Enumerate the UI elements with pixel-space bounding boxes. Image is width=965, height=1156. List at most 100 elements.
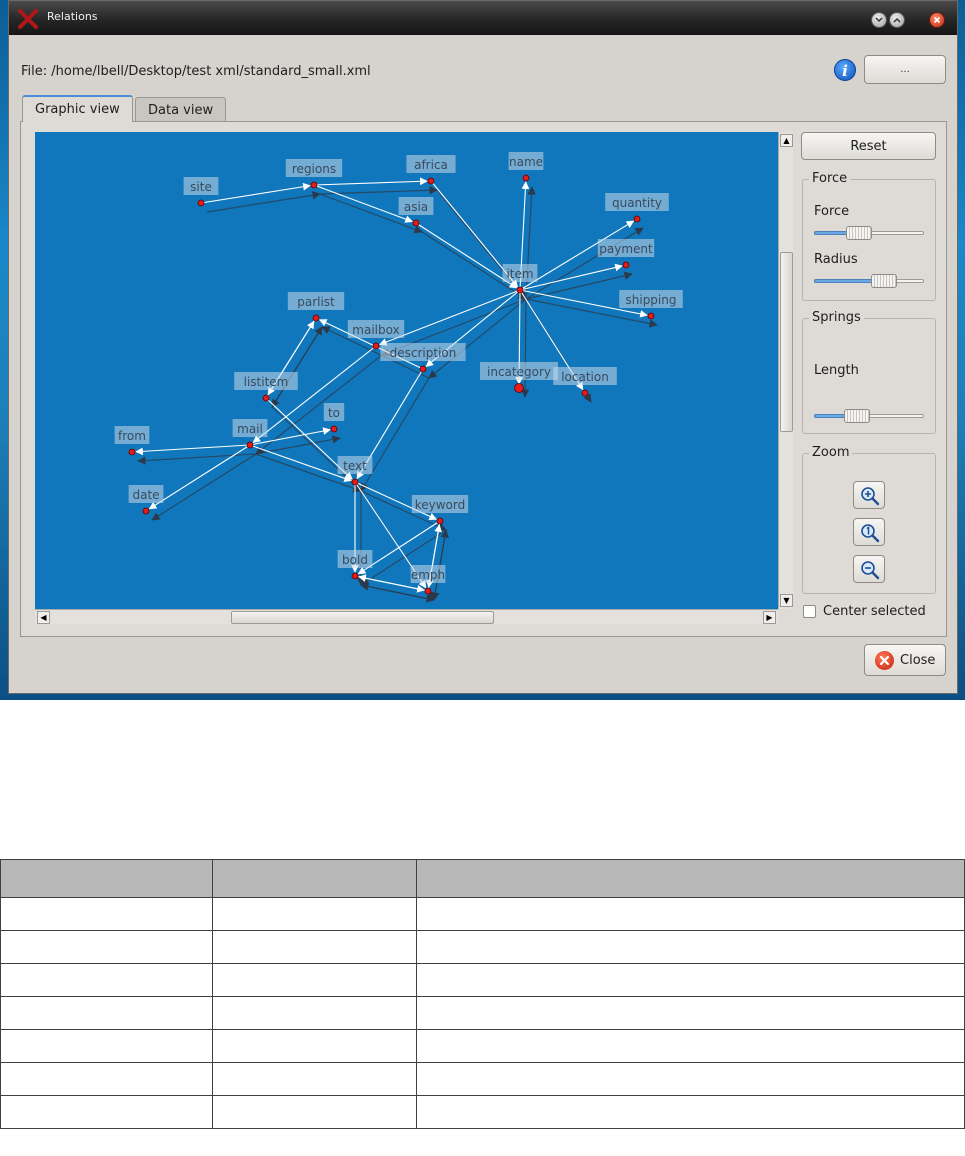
graphic-view-panel: site regions africa asia name quantity payment… [20,121,947,637]
browse-button[interactable]: ... [864,55,946,84]
graph-node-dot[interactable] [372,342,380,350]
graph-node-mail[interactable]: mail [232,419,268,449]
graph-node-dot[interactable] [310,181,318,189]
reset-button[interactable]: Reset [801,132,936,160]
graph-node-parlist[interactable]: parlist [287,292,345,322]
graph-node-emph[interactable]: emph [410,565,446,595]
horizontal-scroll-thumb[interactable] [231,611,494,624]
force-group: Force Force Radius [802,171,936,301]
graph-node-dot[interactable] [351,478,359,486]
minimize-icon[interactable] [871,12,887,28]
graph-node-name[interactable]: name [508,152,544,182]
graph-node-dot[interactable] [581,389,589,397]
graph-node-site[interactable]: site [183,177,219,207]
graph-node-dot[interactable] [351,572,359,580]
graph-node-item[interactable]: item [502,264,538,294]
close-button[interactable]: Close [864,644,946,676]
graph-node-dot[interactable] [424,587,432,595]
graph-node-dot[interactable] [436,517,444,525]
table-row [0,1095,965,1129]
springs-group: Springs Length [802,310,936,434]
info-icon[interactable]: i [834,59,856,81]
app-x-icon [18,9,38,29]
force-slider[interactable] [814,226,924,240]
center-selected-label[interactable]: Center selected [823,604,926,619]
graph-canvas[interactable]: site regions africa asia name quantity payment… [35,132,778,609]
graph-node-from[interactable]: from [114,426,150,456]
springs-group-title: Springs [809,310,864,325]
graph-node-dot[interactable] [647,312,655,320]
maximize-icon[interactable] [889,12,905,28]
scroll-down-arrow-icon[interactable]: ▼ [780,594,793,607]
graph-node-dot[interactable] [246,441,254,449]
graph-node-shipping[interactable]: shipping [619,290,683,320]
window-close-icon[interactable] [929,12,945,28]
graph-node-dot[interactable] [514,383,524,393]
empty-table [0,859,965,1129]
horizontal-scrollbar[interactable]: ◀ ▶ [35,609,778,624]
graph-node-dot[interactable] [262,394,270,402]
length-slider[interactable] [814,409,924,423]
relations-graph[interactable]: site regions africa asia name quantity payment… [35,132,778,609]
graph-node-regions[interactable]: regions [285,159,343,189]
graph-node-label: date [132,488,159,502]
graph-node-label: quantity [612,196,662,210]
vertical-scrollbar[interactable]: ▲ ▼ [778,132,793,609]
graph-edge [249,444,352,482]
graph-node-dot[interactable] [633,215,641,223]
graph-edge-shadow [360,377,430,492]
zoom-reset-button[interactable] [853,518,885,546]
graph-node-incategory[interactable]: incategory [480,362,558,393]
radius-slider[interactable] [814,274,924,288]
graph-node-keyword[interactable]: keyword [411,495,469,525]
graph-node-dot[interactable] [330,425,338,433]
graph-node-dot[interactable] [427,177,435,185]
scroll-left-arrow-icon[interactable]: ◀ [37,611,50,624]
vertical-scroll-thumb[interactable] [780,252,793,432]
graph-node-dot[interactable] [128,448,136,456]
graph-node-to[interactable]: to [323,403,345,433]
radius-slider-handle[interactable] [871,274,897,288]
graph-node-label: africa [414,158,448,172]
graph-node-location[interactable]: location [553,367,617,397]
graph-node-dot[interactable] [419,365,427,373]
graph-node-dot[interactable] [622,261,630,269]
length-slider-handle[interactable] [844,409,870,423]
graph-node-label: item [506,267,533,281]
graph-node-africa[interactable]: africa [406,155,456,185]
graph-node-label: site [190,180,212,194]
graph-node-bold[interactable]: bold [337,550,373,580]
tab-data-view[interactable]: Data view [135,97,227,121]
table-cell [212,1029,417,1063]
scroll-right-arrow-icon[interactable]: ▶ [763,611,776,624]
graph-node-label: listitem [244,375,289,389]
zoom-out-button[interactable] [853,555,885,583]
graph-node-dot[interactable] [412,219,420,227]
graph-node-description[interactable]: description [380,343,466,373]
graph-edge-shadow [255,354,383,455]
table-cell [212,996,417,1030]
graph-node-listitem[interactable]: listitem [234,372,298,402]
graph-node-payment[interactable]: payment [597,239,655,269]
graph-node-dot[interactable] [142,507,150,515]
graph-edge-shadow [525,271,633,300]
zoom-in-button[interactable] [853,481,885,509]
graph-node-dot[interactable] [522,174,530,182]
close-button-label: Close [900,653,936,668]
graph-node-label: parlist [297,295,335,309]
graph-node-asia[interactable]: asia [398,197,434,227]
graph-node-dot[interactable] [516,286,524,294]
graph-node-label: name [509,155,543,169]
scroll-up-arrow-icon[interactable]: ▲ [780,134,793,147]
force-label: Force [814,204,850,219]
graph-node-date[interactable]: date [128,485,164,515]
title-bar[interactable]: Relations [9,1,957,35]
graph-node-quantity[interactable]: quantity [605,193,669,223]
table-row [0,963,965,997]
center-selected-checkbox[interactable] [803,605,816,618]
graph-node-dot[interactable] [197,199,205,207]
graph-node-dot[interactable] [312,314,320,322]
force-slider-handle[interactable] [846,226,872,240]
tab-graphic-view[interactable]: Graphic view [22,95,133,122]
graph-edge [252,345,377,444]
